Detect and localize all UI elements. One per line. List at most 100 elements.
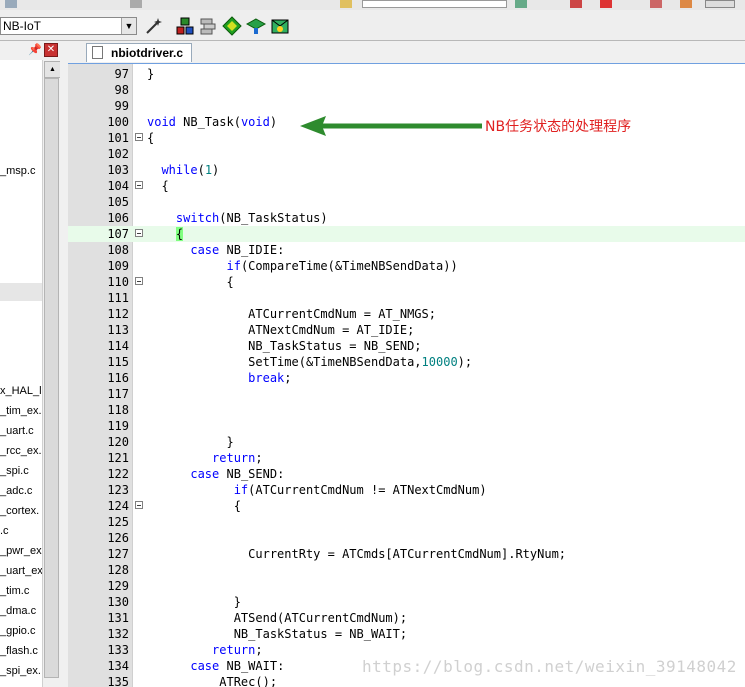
tree-file-item[interactable]: _uart_ex — [0, 565, 42, 577]
file-extensions-icon[interactable] — [198, 16, 218, 36]
line-number: 107 — [107, 227, 129, 241]
code-line[interactable]: 113 ATNextCmdNum = AT_IDIE; — [68, 322, 745, 338]
tree-file-item[interactable]: _spi.c — [0, 465, 29, 477]
code-line[interactable]: 127 CurrentRty = ATCmds[ATCurrentCmdNum]… — [68, 546, 745, 562]
scrollbar-thumb[interactable] — [44, 78, 59, 678]
file-icon — [92, 46, 103, 59]
tree-file-item[interactable]: _cortex. — [0, 505, 39, 517]
code-line[interactable]: 110 { — [68, 274, 745, 290]
tree-file-item[interactable]: _spi_ex. — [0, 665, 41, 677]
toolbar-icon[interactable] — [515, 0, 527, 8]
tree-file-item[interactable]: _flash.c — [0, 645, 38, 657]
code-line[interactable]: 109 if(CompareTime(&TimeNBSendData)) — [68, 258, 745, 274]
tree-file-item[interactable]: _dma.c — [0, 605, 36, 617]
code-line[interactable]: 103 while(1) — [68, 162, 745, 178]
code-line[interactable]: 123 if(ATCurrentCmdNum != ATNextCmdNum) — [68, 482, 745, 498]
tree-file-item[interactable]: _gpio.c — [0, 625, 35, 637]
collapse-icon[interactable] — [135, 133, 143, 141]
code-line[interactable]: 112 ATCurrentCmdNum = AT_NMGS; — [68, 306, 745, 322]
toolbar-icon[interactable] — [340, 0, 352, 8]
pin-icon[interactable]: 📌 — [28, 43, 42, 56]
toolbar-icon[interactable] — [705, 0, 735, 8]
code-line[interactable]: 114 NB_TaskStatus = NB_SEND; — [68, 338, 745, 354]
code-line[interactable]: 98 — [68, 82, 745, 98]
tree-file-item[interactable]: _rcc_ex. — [0, 445, 42, 457]
code-line[interactable]: 130 } — [68, 594, 745, 610]
manage-components-icon[interactable] — [175, 16, 195, 36]
tree-file-item[interactable]: _tim.c — [0, 585, 29, 597]
toolbar-icon[interactable] — [600, 0, 612, 8]
code-line[interactable]: 111 — [68, 290, 745, 306]
collapse-icon[interactable] — [135, 181, 143, 189]
tab-nbiotdriver[interactable]: nbiotdriver.c — [86, 43, 192, 62]
find-input[interactable] — [362, 0, 507, 8]
code-line[interactable]: 122 case NB_SEND: — [68, 466, 745, 482]
toolbar-icon[interactable] — [570, 0, 582, 8]
project-target-select[interactable]: NB-IoT ▼ — [0, 17, 137, 35]
close-icon[interactable]: ✕ — [44, 43, 58, 57]
code-line[interactable]: 121 return; — [68, 450, 745, 466]
line-number: 112 — [107, 307, 129, 321]
code-line[interactable]: 128 — [68, 562, 745, 578]
code-line[interactable]: 104 { — [68, 178, 745, 194]
collapse-icon[interactable] — [135, 501, 143, 509]
code-text: ATRec(); — [147, 675, 278, 687]
code-text: SetTime(&TimeNBSendData,10000); — [147, 355, 473, 369]
chevron-down-icon[interactable]: ▼ — [121, 18, 136, 34]
code-line[interactable]: 118 — [68, 402, 745, 418]
tree-file-item[interactable]: _uart.c — [0, 425, 34, 437]
project-tree-scrollbar[interactable]: ▲ — [42, 60, 61, 687]
line-number: 101 — [107, 131, 129, 145]
code-line[interactable]: 124 { — [68, 498, 745, 514]
tree-file-item[interactable]: _adc.c — [0, 485, 32, 497]
code-text: switch(NB_TaskStatus) — [175, 211, 328, 225]
line-number: 99 — [114, 99, 129, 113]
collapse-icon[interactable] — [135, 229, 143, 237]
pack-installer-icon[interactable] — [246, 16, 266, 36]
code-line[interactable]: 120 } — [68, 434, 745, 450]
tree-file-item[interactable]: _pwr_ex — [0, 545, 42, 557]
line-number: 115 — [107, 355, 129, 369]
code-text: case NB_WAIT: — [190, 659, 285, 673]
pack-installer-box-icon[interactable] — [270, 16, 290, 36]
tree-file-item[interactable]: x_HAL_l — [0, 385, 42, 397]
code-line[interactable]: 107 { — [68, 226, 745, 242]
select-packs-icon[interactable] — [222, 16, 242, 36]
selected-tree-row[interactable] — [0, 283, 42, 301]
code-text: { — [147, 275, 234, 289]
line-number: 134 — [107, 659, 129, 673]
tree-file-item[interactable]: _tim_ex. — [0, 405, 42, 417]
magic-wand-icon[interactable] — [144, 16, 164, 36]
code-line[interactable]: 99 — [68, 98, 745, 114]
code-editor[interactable]: 97} 98 99 100 void NB_Task(void) 101{102 103 w… — [68, 64, 745, 687]
line-number: 111 — [107, 291, 129, 305]
tree-file-item[interactable]: _msp.c — [0, 165, 35, 177]
code-line[interactable]: 116 break; — [68, 370, 745, 386]
code-line[interactable]: 125 — [68, 514, 745, 530]
code-line[interactable]: 106 switch(NB_TaskStatus) — [68, 210, 745, 226]
code-line[interactable]: 131 ATSend(ATCurrentCmdNum); — [68, 610, 745, 626]
toolbar-icon[interactable] — [5, 0, 17, 8]
tree-file-item[interactable]: .c — [0, 525, 9, 537]
code-line[interactable]: 119 — [68, 418, 745, 434]
code-line[interactable]: 132 NB_TaskStatus = NB_WAIT; — [68, 626, 745, 642]
code-text: if(CompareTime(&TimeNBSendData)) — [226, 259, 458, 273]
code-line[interactable]: 102 — [68, 146, 745, 162]
scroll-up-icon[interactable]: ▲ — [44, 61, 61, 78]
code-line[interactable]: 97} — [68, 66, 745, 82]
code-line[interactable]: 105 — [68, 194, 745, 210]
code-text: ATSend(ATCurrentCmdNum); — [147, 611, 408, 625]
code-line[interactable]: 129 — [68, 578, 745, 594]
collapse-icon[interactable] — [135, 277, 143, 285]
code-line[interactable]: 108 case NB_IDIE: — [68, 242, 745, 258]
toolbar-icon[interactable] — [650, 0, 662, 8]
toolbar-icon[interactable] — [680, 0, 692, 8]
line-number: 106 — [107, 211, 129, 225]
toolbar-icon[interactable] — [130, 0, 142, 8]
code-line[interactable]: 115 SetTime(&TimeNBSendData,10000); — [68, 354, 745, 370]
project-tree: _msp.c x_HAL_l _tim_ex. _uart.c _rcc_ex. _spi… — [0, 60, 43, 687]
line-number: 102 — [107, 147, 129, 161]
code-line[interactable]: 126 — [68, 530, 745, 546]
code-line[interactable]: 117 — [68, 386, 745, 402]
code-line[interactable]: 133 return; — [68, 642, 745, 658]
